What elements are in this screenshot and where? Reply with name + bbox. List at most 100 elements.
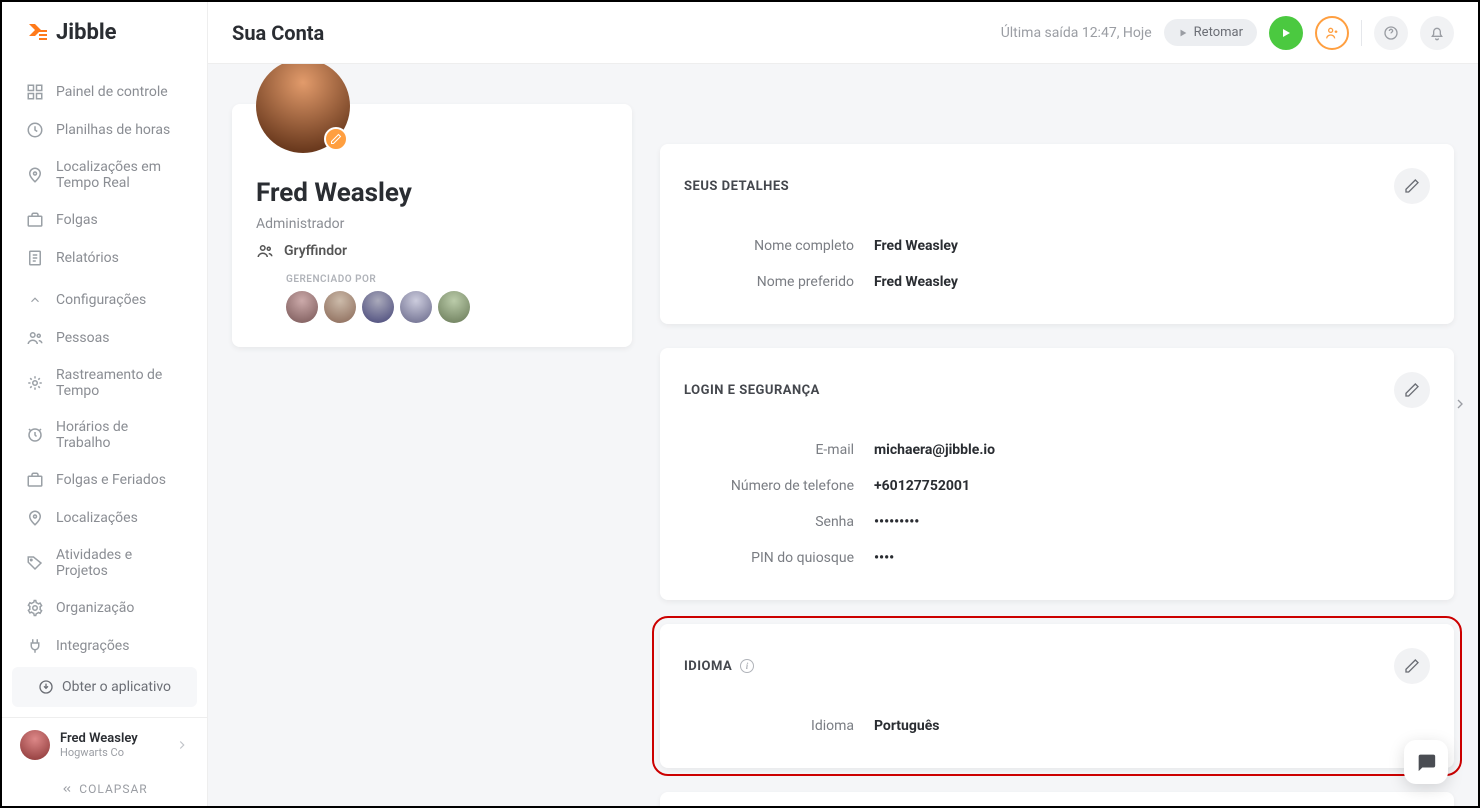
row-value: Português	[874, 718, 939, 734]
jibble-logo-icon	[26, 21, 50, 45]
row-value: michaera@jibble.io	[874, 442, 995, 458]
user-footer[interactable]: Fred Weasley Hogwarts Co	[2, 717, 207, 772]
profile-avatar-wrap	[256, 64, 350, 153]
get-app-label: Obter o aplicativo	[62, 679, 171, 695]
detail-row: Nome preferido Fred Weasley	[684, 264, 1430, 300]
chevrons-left-icon	[61, 783, 73, 795]
card-details: SEUS DETALHES Nome completo Fred Weasley…	[660, 144, 1454, 324]
row-label: Idioma	[684, 718, 874, 734]
tracking-icon	[26, 374, 44, 392]
nav-label: Horários de Trabalho	[56, 419, 183, 451]
detail-row: E-mail michaera@jibble.io	[684, 432, 1430, 468]
nav-locations[interactable]: Localizações	[2, 499, 207, 537]
managers	[286, 291, 608, 323]
collapse-label: COLAPSAR	[79, 782, 147, 796]
nav-people[interactable]: Pessoas	[2, 319, 207, 357]
pin-icon	[26, 509, 44, 527]
nav-label: Relatórios	[56, 250, 119, 266]
sidebar: Jibble Painel de controle Planilhas de h…	[2, 2, 208, 806]
notification-button[interactable]	[1420, 16, 1454, 50]
nav-label: Folgas e Feriados	[56, 472, 166, 488]
profile-role: Administrador	[256, 216, 608, 232]
get-app-button[interactable]: Obter o aplicativo	[12, 667, 197, 707]
profile-card: Fred Weasley Administrador Gryffindor GE…	[232, 104, 632, 347]
row-label: Senha	[684, 514, 874, 530]
row-label: Nome completo	[684, 238, 874, 254]
manager-avatar[interactable]	[324, 291, 356, 323]
gear-icon	[26, 599, 44, 617]
nav-timesheets[interactable]: Planilhas de horas	[2, 111, 207, 149]
row-value: +60127752001	[874, 478, 970, 494]
edit-button[interactable]	[1394, 168, 1430, 204]
profile-name: Fred Weasley	[256, 178, 608, 208]
nav-organization[interactable]: Organização	[2, 589, 207, 627]
detail-row: Senha •••••••••	[684, 504, 1430, 540]
edit-button[interactable]	[1394, 372, 1430, 408]
schedule-icon	[26, 426, 44, 444]
report-icon	[26, 249, 44, 267]
user-footer-info: Fred Weasley Hogwarts Co	[60, 731, 165, 759]
nav-live-locations[interactable]: Localizações em Tempo Real	[2, 149, 207, 201]
topbar-right: Última saída 12:47, Hoje Retomar	[1001, 16, 1454, 50]
nav-dashboard[interactable]: Painel de controle	[2, 73, 207, 111]
nav-activities[interactable]: Atividades e Projetos	[2, 537, 207, 589]
card-title: IDIOMA i	[684, 659, 754, 674]
nav-label: Pessoas	[56, 330, 109, 346]
card-title: SEUS DETALHES	[684, 179, 789, 194]
divider	[1361, 20, 1362, 46]
manager-avatar[interactable]	[400, 291, 432, 323]
main: Fred Weasley Administrador Gryffindor GE…	[208, 64, 1478, 806]
nav-time-tracking[interactable]: Rastreamento de Tempo	[2, 357, 207, 409]
row-value: Fred Weasley	[874, 274, 958, 290]
row-label: E-mail	[684, 442, 874, 458]
resume-label: Retomar	[1194, 25, 1243, 40]
detail-row: PIN do quiosque ••••	[684, 540, 1430, 576]
manager-avatar[interactable]	[438, 291, 470, 323]
card-title-text: IDIOMA	[684, 659, 732, 674]
logo[interactable]: Jibble	[2, 2, 207, 63]
nav-holidays[interactable]: Folgas e Feriados	[2, 461, 207, 499]
help-button[interactable]	[1374, 16, 1408, 50]
chat-button[interactable]	[1404, 740, 1448, 784]
avatar	[20, 730, 50, 760]
nav: Painel de controle Planilhas de horas Lo…	[2, 63, 207, 667]
nav-label: Rastreamento de Tempo	[56, 367, 183, 399]
nav-label: Integrações	[56, 638, 129, 654]
manager-avatar[interactable]	[286, 291, 318, 323]
nav-reports[interactable]: Relatórios	[2, 239, 207, 277]
resume-button[interactable]: Retomar	[1164, 19, 1257, 46]
clock-icon	[26, 121, 44, 139]
right-column: SEUS DETALHES Nome completo Fred Weasley…	[660, 104, 1454, 806]
settings-section-toggle[interactable]: Configurações	[2, 277, 207, 319]
tag-icon	[26, 554, 44, 572]
chevron-up-icon	[26, 291, 44, 309]
user-org: Hogwarts Co	[60, 746, 165, 759]
info-icon[interactable]: i	[740, 659, 754, 673]
nav-label: Localizações em Tempo Real	[56, 159, 183, 191]
edit-button[interactable]	[1394, 648, 1430, 684]
card-datetime: DATA E HORA i	[660, 792, 1454, 806]
expand-button[interactable]	[1448, 392, 1472, 416]
briefcase-icon	[26, 211, 44, 229]
nav-label: Planilhas de horas	[56, 122, 170, 138]
row-label: Nome preferido	[684, 274, 874, 290]
play-icon	[1178, 28, 1188, 38]
settings-label: Configurações	[56, 292, 146, 308]
edit-avatar-button[interactable]	[324, 127, 348, 151]
member-button[interactable]	[1315, 16, 1349, 50]
logo-text: Jibble	[56, 20, 117, 45]
group-icon	[256, 242, 274, 260]
last-out-text: Última saída 12:47, Hoje	[1001, 25, 1152, 41]
manager-avatar[interactable]	[362, 291, 394, 323]
profile-avatar	[256, 64, 350, 153]
download-icon	[38, 679, 54, 695]
collapse-button[interactable]: COLAPSAR	[2, 772, 207, 806]
nav-timeoff[interactable]: Folgas	[2, 201, 207, 239]
nav-work-schedules[interactable]: Horários de Trabalho	[2, 409, 207, 461]
row-value: Fred Weasley	[874, 238, 958, 254]
nav-integrations[interactable]: Integrações	[2, 627, 207, 665]
user-name: Fred Weasley	[60, 731, 165, 746]
row-value: ••••	[874, 550, 894, 566]
topbar: Sua Conta Última saída 12:47, Hoje Retom…	[208, 2, 1478, 64]
play-button[interactable]	[1269, 16, 1303, 50]
